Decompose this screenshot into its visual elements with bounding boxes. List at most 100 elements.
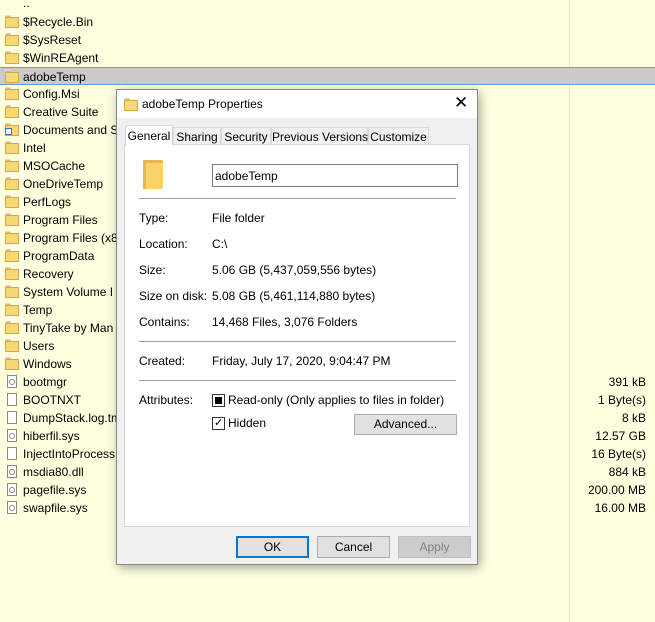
- file-name: msdia80.dll: [23, 465, 84, 479]
- created-label: Created:: [139, 354, 186, 368]
- location-label: Location:: [139, 237, 188, 251]
- folder-icon: [5, 105, 19, 118]
- separator: [139, 198, 456, 199]
- type-value: File folder: [212, 211, 265, 225]
- folder-icon: [5, 195, 19, 208]
- folder-icon: [5, 231, 19, 244]
- tab-sharing[interactable]: Sharing: [173, 127, 221, 145]
- file-name: Creative Suite: [23, 105, 99, 119]
- file-name: bootmgr: [23, 375, 68, 389]
- folder-icon: [5, 159, 19, 172]
- file-name: InjectIntoProcess: [23, 447, 116, 461]
- size-label: Size:: [139, 263, 166, 277]
- hidden-label[interactable]: Hidden: [228, 416, 266, 430]
- size-on-disk-label: Size on disk:: [139, 289, 208, 303]
- system-file-icon: [5, 375, 19, 388]
- created-value: Friday, July 17, 2020, 9:04:47 PM: [212, 354, 391, 368]
- contains-value: 14,468 Files, 3,076 Folders: [212, 315, 358, 329]
- folder-icon: [5, 141, 19, 154]
- file-name: System Volume I: [23, 285, 114, 299]
- file-name: Recovery: [23, 267, 74, 281]
- file-name: OneDriveTemp: [23, 177, 104, 191]
- folder-icon: [5, 70, 19, 83]
- file-name: BOOTNXT: [23, 393, 82, 407]
- file-size: 200.00 MB: [587, 483, 646, 497]
- file-name: Intel: [23, 141, 46, 155]
- cancel-button[interactable]: Cancel: [317, 536, 390, 558]
- properties-dialog: adobeTemp Properties ✕ General Sharing S…: [116, 89, 478, 565]
- file-name: hiberfil.sys: [23, 429, 80, 443]
- folder-icon: [5, 285, 19, 298]
- shortcut-icon: [5, 123, 19, 136]
- system-file-icon: [5, 429, 19, 442]
- tab-general[interactable]: General: [125, 125, 173, 146]
- close-button[interactable]: ✕: [445, 90, 477, 118]
- folder-icon: [5, 249, 19, 262]
- list-item[interactable]: $SysReset: [0, 31, 655, 49]
- location-value: C:\: [212, 237, 228, 251]
- general-tab-panel: Type: File folder Location: C:\ Size: 5.…: [124, 144, 470, 527]
- folder-icon: [5, 267, 19, 280]
- file-name: Program Files: [23, 213, 98, 227]
- file-size: 1 Byte(s): [597, 393, 646, 407]
- hidden-checkbox[interactable]: [212, 416, 225, 430]
- separator: [139, 341, 456, 342]
- apply-button: Apply: [398, 536, 471, 558]
- file-icon: [5, 411, 19, 424]
- file-size: 884 kB: [608, 465, 646, 479]
- close-icon: ✕: [454, 93, 469, 112]
- dialog-titlebar[interactable]: adobeTemp Properties ✕: [117, 90, 477, 118]
- file-name: Program Files (x8: [23, 231, 118, 245]
- list-item[interactable]: $WinREAgent: [0, 49, 655, 67]
- size-value: 5.06 GB (5,437,059,556 bytes): [212, 263, 377, 277]
- file-name: pagefile.sys: [23, 483, 87, 497]
- folder-icon: [124, 98, 138, 111]
- folder-icon: [5, 303, 19, 316]
- folder-icon: [5, 177, 19, 190]
- tab-customize[interactable]: Customize: [368, 127, 429, 145]
- folder-icon: [5, 213, 19, 226]
- readonly-checkbox[interactable]: [212, 394, 225, 407]
- readonly-label[interactable]: Read-only (Only applies to files in fold…: [228, 393, 444, 407]
- dialog-title: adobeTemp Properties: [142, 97, 263, 111]
- folder-icon: [5, 33, 19, 46]
- folder-name-input[interactable]: [212, 164, 458, 187]
- folder-icon: [5, 51, 19, 64]
- type-label: Type:: [139, 211, 169, 225]
- system-file-icon: [5, 501, 19, 514]
- list-item[interactable]: adobeTemp: [0, 67, 655, 85]
- system-file-icon: [5, 483, 19, 496]
- file-name: Users: [23, 339, 55, 353]
- parent-dir-row[interactable]: ..: [0, 0, 655, 12]
- file-name: TinyTake by Man: [23, 321, 114, 335]
- folder-icon: [143, 160, 163, 189]
- list-item[interactable]: $Recycle.Bin: [0, 13, 655, 31]
- file-size: 391 kB: [608, 375, 646, 389]
- ok-button[interactable]: OK: [236, 536, 309, 558]
- file-name: ..: [23, 0, 30, 10]
- file-name: Windows: [23, 357, 72, 371]
- file-name: PerfLogs: [23, 195, 72, 209]
- folder-icon: [5, 87, 19, 100]
- file-name: ProgramData: [23, 249, 95, 263]
- file-icon: [5, 447, 19, 460]
- tab-security[interactable]: Security: [221, 127, 271, 145]
- advanced-button[interactable]: Advanced...: [354, 414, 457, 435]
- tab-previous-versions[interactable]: Previous Versions: [271, 127, 368, 145]
- file-size: 8 kB: [621, 411, 646, 425]
- file-name: Documents and S: [23, 123, 118, 137]
- attributes-label: Attributes:: [139, 393, 194, 407]
- folder-icon: [5, 15, 19, 28]
- file-name: swapfile.sys: [23, 501, 88, 515]
- folder-icon: [5, 357, 19, 370]
- file-name: Config.Msi: [23, 87, 80, 101]
- contains-label: Contains:: [139, 315, 190, 329]
- size-on-disk-value: 5.08 GB (5,461,114,880 bytes): [212, 289, 376, 303]
- file-name: $WinREAgent: [23, 51, 99, 65]
- folder-icon: [5, 339, 19, 352]
- file-name: Temp: [23, 303, 53, 317]
- file-size: 16 Byte(s): [591, 447, 646, 461]
- file-name: DumpStack.log.tm: [23, 411, 118, 425]
- file-name: $Recycle.Bin: [23, 15, 94, 29]
- file-name: adobeTemp: [23, 70, 86, 84]
